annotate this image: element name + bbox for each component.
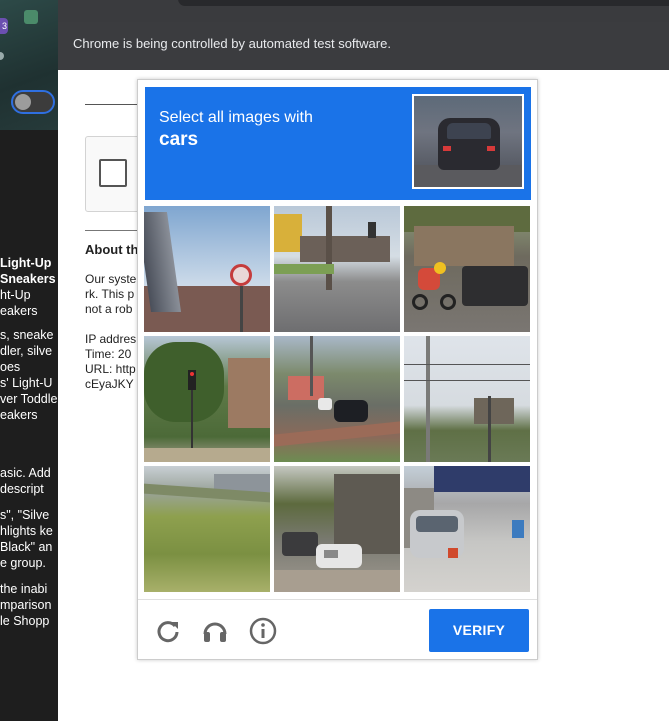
captcha-header: Select all images with cars [145,87,531,200]
side-text-line: s' Light-U [0,376,53,390]
notification-badge: 3 [0,18,8,34]
side-text-line: dler, silve [0,344,53,358]
side-text-line: hlights ke [0,524,53,538]
side-text-line: eakers [0,304,38,318]
side-text-line: le Shopp [0,614,50,628]
captcha-tile-3[interactable] [404,206,530,332]
recaptcha-checkbox[interactable] [99,159,127,187]
side-text-line: mparison [0,598,52,612]
toggle-knob [15,94,31,110]
side-text-line: oes [0,360,21,374]
side-text-line: eakers [0,408,38,422]
reload-icon[interactable] [153,616,183,646]
page-text-line: IP addres [85,332,137,346]
extension-icon[interactable] [24,10,38,24]
page-text-line: cEyaJKY [85,377,134,391]
page-text-line: rk. This p [85,287,135,301]
verify-button[interactable]: VERIFY [429,609,529,652]
browser-toolbar [58,0,669,22]
captcha-tile-6[interactable] [404,336,530,462]
footer-divider [138,599,537,600]
automation-infobar: Chrome is being controlled by automated … [58,22,669,70]
sample-car-image [412,94,524,189]
side-text-line: e group. [0,556,46,570]
side-panel-text: Light-Up Sneakers ht-Up eakers s, sneake… [0,255,58,629]
divider [85,230,139,231]
audio-icon[interactable] [200,616,230,646]
page-text-line: Our syste [85,272,137,286]
side-text-line: ht-Up [0,288,31,302]
side-text-line: Black" an [0,540,53,554]
captcha-tile-9[interactable] [404,466,530,592]
address-bar[interactable] [178,0,669,6]
side-text-line: asic. Add [0,466,51,480]
side-text-line: descript [0,482,44,496]
extension-side-panel: 3 Light-Up Sneakers ht-Up eakers s, snea… [0,0,58,721]
sample-car [438,118,500,170]
captcha-target-word: cars [159,129,199,150]
captcha-challenge: Select all images with cars VERIFY [137,79,538,660]
divider [85,104,139,105]
captcha-tile-2[interactable] [274,206,400,332]
about-heading: About th [85,242,139,257]
infobar-text: Chrome is being controlled by automated … [73,36,391,51]
recaptcha-checkbox-widget [85,136,145,212]
captcha-instruction: Select all images with [159,109,313,126]
side-text-line: ver Toddle [0,392,58,406]
side-text-line: Light-Up [0,256,52,270]
captcha-tile-7[interactable] [144,466,270,592]
side-text-line: Sneakers [0,272,56,286]
captcha-tile-4[interactable] [144,336,270,462]
side-text-line: s, sneake [0,328,54,342]
side-text-line: the inabi [0,582,48,596]
page-text-line: URL: http [85,362,136,376]
captcha-tile-8[interactable] [274,466,400,592]
page-text-line: not a rob [85,302,133,316]
page-text-line: Time: 20 [85,347,132,361]
captcha-tile-1[interactable] [144,206,270,332]
side-text-line: s", "Silve [0,508,50,522]
toggle-switch[interactable] [11,90,55,114]
info-icon[interactable] [248,616,278,646]
captcha-tile-5[interactable] [274,336,400,462]
captcha-image-grid [144,206,532,594]
